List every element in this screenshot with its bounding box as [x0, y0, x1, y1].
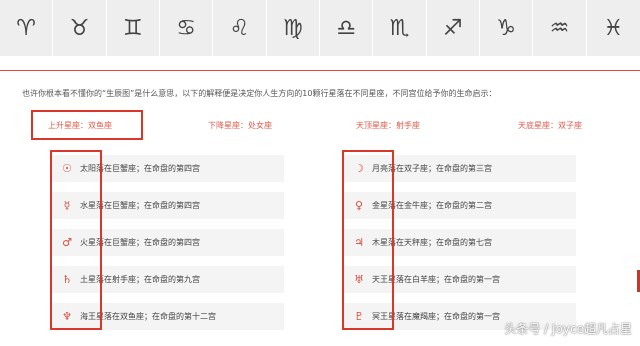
planet-placement-text: 天王星落在白羊座；在命盘的第一宫 — [372, 275, 500, 284]
midheaven-label: 天顶星座：射手座 — [356, 120, 420, 130]
imum-coeli-label: 天底星座：双子座 — [518, 120, 582, 130]
planet-card-mars[interactable]: ♂ 火星落在巨蟹座；在命盘的第四宫 — [52, 229, 284, 256]
venus-icon: ♀ — [354, 199, 364, 212]
planet-card-venus[interactable]: ♀ 金星落在金牛座；在命盘的第二宫 — [344, 192, 576, 219]
chart-angles-row: 上升星座：双鱼座 下降星座：处女座 天顶星座：射手座 天底星座：双子座 — [32, 113, 608, 137]
moon-icon: ☽ — [354, 162, 364, 175]
mercury-icon: ☿ — [63, 199, 71, 212]
aquarius-icon[interactable]: ♒ — [533, 0, 587, 56]
planet-placement-text: 金星落在金牛座；在命盘的第二宫 — [372, 201, 492, 210]
pisces-icon[interactable]: ♓ — [587, 0, 640, 56]
watermark: 头条号 / Joyce超凡占星 — [504, 322, 632, 336]
planet-placement-text: 木星落在天秤座；在命盘的第七宫 — [372, 238, 492, 247]
planet-card-saturn[interactable]: ♄ 土星落在射手座；在命盘的第九宫 — [52, 266, 284, 293]
capricorn-icon[interactable]: ♑ — [480, 0, 534, 56]
planet-card-uranus[interactable]: ♅ 天王星落在白羊座；在命盘的第一宫 — [344, 266, 576, 293]
section-divider — [0, 70, 640, 71]
cancer-icon[interactable]: ♋ — [160, 0, 214, 56]
planet-placement-text: 水星落在巨蟹座；在命盘的第四宫 — [80, 201, 200, 210]
jupiter-icon: ♃ — [354, 236, 364, 249]
planet-placement-text: 太阳落在巨蟹座；在命盘的第四宫 — [80, 164, 200, 173]
scorpio-icon[interactable]: ♏ — [373, 0, 427, 56]
pluto-icon: ♇ — [354, 310, 364, 323]
virgo-icon[interactable]: ♍ — [267, 0, 320, 56]
leo-icon[interactable]: ♌ — [213, 0, 267, 56]
uranus-icon: ♅ — [354, 273, 364, 286]
planet-placement-text: 火星落在巨蟹座；在命盘的第四宫 — [80, 238, 200, 247]
planet-card-neptune[interactable]: ♆ 海王星落在双鱼座；在命盘的第十二宫 — [52, 303, 284, 330]
planet-card-mercury[interactable]: ☿ 水星落在巨蟹座；在命盘的第四宫 — [52, 192, 284, 219]
aries-icon[interactable]: ♈ — [0, 0, 54, 56]
saturn-icon: ♄ — [62, 273, 72, 286]
sagittarius-icon[interactable]: ♐ — [427, 0, 480, 56]
planet-card-jupiter[interactable]: ♃ 木星落在天秤座；在命盘的第七宫 — [344, 229, 576, 256]
planet-placement-text: 海王星落在双鱼座；在命盘的第十二宫 — [80, 312, 216, 321]
libra-icon[interactable]: ♎ — [320, 0, 374, 56]
intro-text: 也许你根本看不懂你的“生辰图”是什么意思，以下的解释便是决定你人生方向的10颗行… — [22, 89, 497, 98]
descendant-label: 下降星座：处女座 — [208, 120, 272, 130]
gemini-icon[interactable]: ♊ — [107, 0, 160, 56]
mars-icon: ♂ — [62, 236, 72, 249]
neptune-icon: ♆ — [62, 310, 72, 323]
sun-icon: ☉ — [62, 162, 72, 175]
taurus-icon[interactable]: ♉ — [53, 0, 107, 56]
planet-placement-text: 冥王星落在魔羯座；在命盘的第一宫 — [372, 312, 500, 321]
planet-placement-text: 土星落在射手座；在命盘的第九宫 — [80, 275, 200, 284]
planet-placement-text: 月亮落在双子座；在命盘的第三宫 — [372, 164, 492, 173]
ascendant-label: 上升星座：双鱼座 — [48, 120, 112, 130]
zodiac-sign-bar: ♈ ♉ ♊ ♋ ♌ ♍ ♎ ♏ ♐ ♑ ♒ ♓ — [0, 0, 640, 56]
planet-card-sun[interactable]: ☉ 太阳落在巨蟹座；在命盘的第四宫 — [52, 155, 284, 182]
planet-card-moon[interactable]: ☽ 月亮落在双子座；在命盘的第三宫 — [344, 155, 576, 182]
